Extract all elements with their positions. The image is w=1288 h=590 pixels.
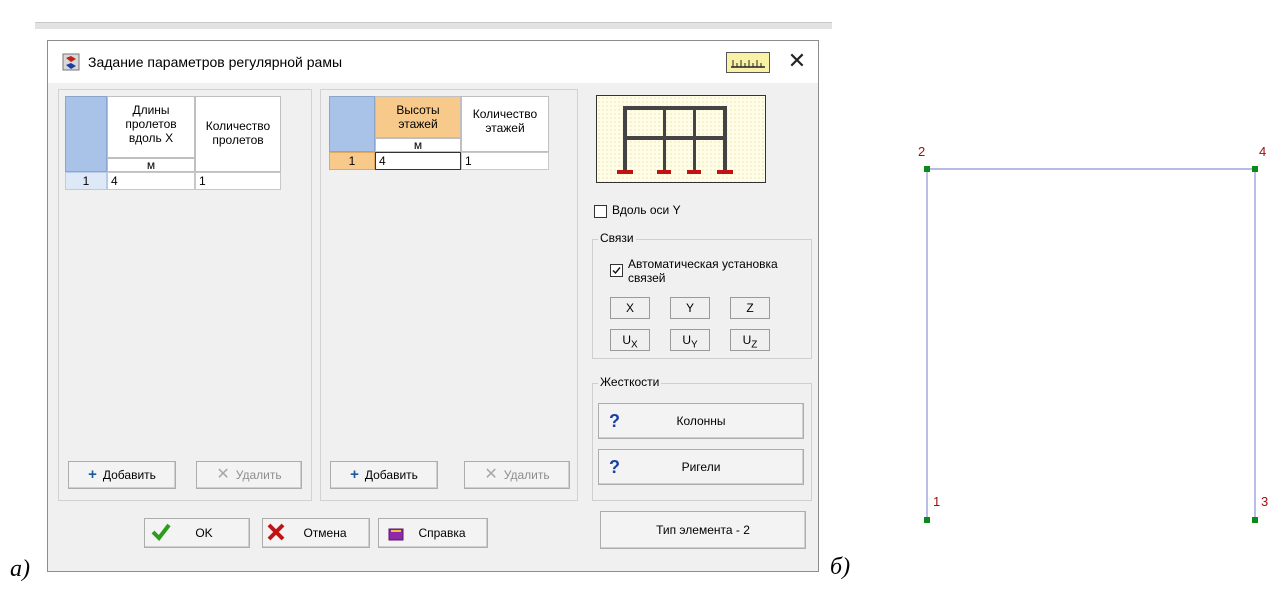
floors-count-header[interactable]: Количество этажей bbox=[461, 96, 549, 152]
auto-links-label: Автоматическая установка связей bbox=[628, 257, 778, 285]
along-y-checkbox[interactable] bbox=[594, 205, 607, 218]
spans-grid-corner[interactable] bbox=[65, 96, 107, 172]
ruler-icon bbox=[731, 60, 765, 68]
floors-height-cell[interactable]: 4 bbox=[375, 152, 461, 170]
node-label-4: 4 bbox=[1259, 144, 1267, 159]
columns-button[interactable]: ? Колонны bbox=[598, 403, 804, 439]
cancel-button[interactable]: Отмена bbox=[262, 518, 370, 548]
floors-grid-corner[interactable] bbox=[329, 96, 375, 152]
stiffness-group-label: Жесткости bbox=[598, 375, 662, 389]
node-label-1: 1 bbox=[933, 494, 941, 509]
delete-x-icon: ✕ bbox=[216, 466, 230, 483]
dof-x-toggle[interactable]: X bbox=[610, 297, 650, 319]
help-book-icon bbox=[387, 525, 405, 553]
figure-label-a: a) bbox=[10, 556, 30, 582]
node-3-marker[interactable] bbox=[1252, 517, 1258, 523]
floors-delete-button[interactable]: ✕ Удалить bbox=[464, 461, 570, 489]
spans-add-button[interactable]: + Добавить bbox=[68, 461, 176, 489]
element-type-button[interactable]: Тип элемента - 2 bbox=[600, 511, 806, 549]
dialog-titlebar: Задание параметров регулярной рамы ✕ bbox=[48, 41, 818, 83]
dialog-title: Задание параметров регулярной рамы bbox=[88, 54, 343, 70]
spans-count-cell[interactable]: 1 bbox=[195, 172, 281, 190]
spans-length-cell[interactable]: 4 bbox=[107, 172, 195, 190]
ruler-button[interactable] bbox=[726, 52, 770, 73]
checkmark-icon bbox=[151, 522, 171, 552]
frame-model-canvas bbox=[924, 166, 1258, 523]
plus-icon: + bbox=[350, 466, 359, 483]
auto-links-checkbox[interactable] bbox=[610, 264, 623, 277]
dof-uy-toggle[interactable]: UY bbox=[670, 329, 710, 351]
close-icon[interactable]: ✕ bbox=[785, 49, 809, 73]
dof-z-toggle[interactable]: Z bbox=[730, 297, 770, 319]
app-logo-icon bbox=[62, 53, 80, 71]
node-1-marker[interactable] bbox=[924, 517, 930, 523]
floors-row-number[interactable]: 1 bbox=[329, 152, 375, 170]
plus-icon: + bbox=[88, 466, 97, 483]
spans-delete-button[interactable]: ✕ Удалить bbox=[196, 461, 302, 489]
help-button[interactable]: Справка bbox=[378, 518, 488, 548]
spans-length-header[interactable]: Длины пролетов вдоль X bbox=[107, 96, 195, 158]
beams-button[interactable]: ? Ригели bbox=[598, 449, 804, 485]
spans-count-header[interactable]: Количество пролетов bbox=[195, 96, 281, 172]
dof-y-toggle[interactable]: Y bbox=[670, 297, 710, 319]
figure-label-b: б) bbox=[830, 554, 851, 580]
ok-button[interactable]: OK bbox=[144, 518, 250, 548]
regular-frame-dialog: Задание параметров регулярной рамы ✕ Дли… bbox=[47, 40, 819, 572]
dof-uz-toggle[interactable]: UZ bbox=[730, 329, 770, 351]
floors-height-header[interactable]: Высоты этажей bbox=[375, 96, 461, 138]
floors-panel: Высоты этажей Количество этажей м 1 4 1 bbox=[320, 89, 578, 501]
node-label-3: 3 bbox=[1261, 494, 1269, 509]
links-group-label: Связи bbox=[598, 231, 636, 245]
node-4-marker[interactable] bbox=[1252, 166, 1258, 172]
spans-panel: Длины пролетов вдоль X Количество пролет… bbox=[58, 89, 312, 501]
background-window-strip bbox=[35, 22, 832, 29]
cancel-x-icon bbox=[267, 523, 285, 551]
frame-model-view[interactable]: 2 4 1 3 bbox=[915, 140, 1275, 540]
spans-row-number[interactable]: 1 bbox=[65, 172, 107, 190]
floors-unit-header: м bbox=[375, 138, 461, 152]
node-label-2: 2 bbox=[918, 144, 926, 159]
frame-preview-icon bbox=[597, 96, 765, 182]
floors-count-cell[interactable]: 1 bbox=[461, 152, 549, 170]
delete-x-icon: ✕ bbox=[484, 466, 498, 483]
spans-unit-header: м bbox=[107, 158, 195, 172]
floors-add-button[interactable]: + Добавить bbox=[330, 461, 438, 489]
question-icon: ? bbox=[609, 411, 620, 431]
frame-preview-image[interactable] bbox=[596, 95, 766, 183]
node-2-marker[interactable] bbox=[924, 166, 930, 172]
dof-ux-toggle[interactable]: UX bbox=[610, 329, 650, 351]
question-icon: ? bbox=[609, 457, 620, 477]
along-y-label: Вдоль оси Y bbox=[612, 203, 681, 217]
